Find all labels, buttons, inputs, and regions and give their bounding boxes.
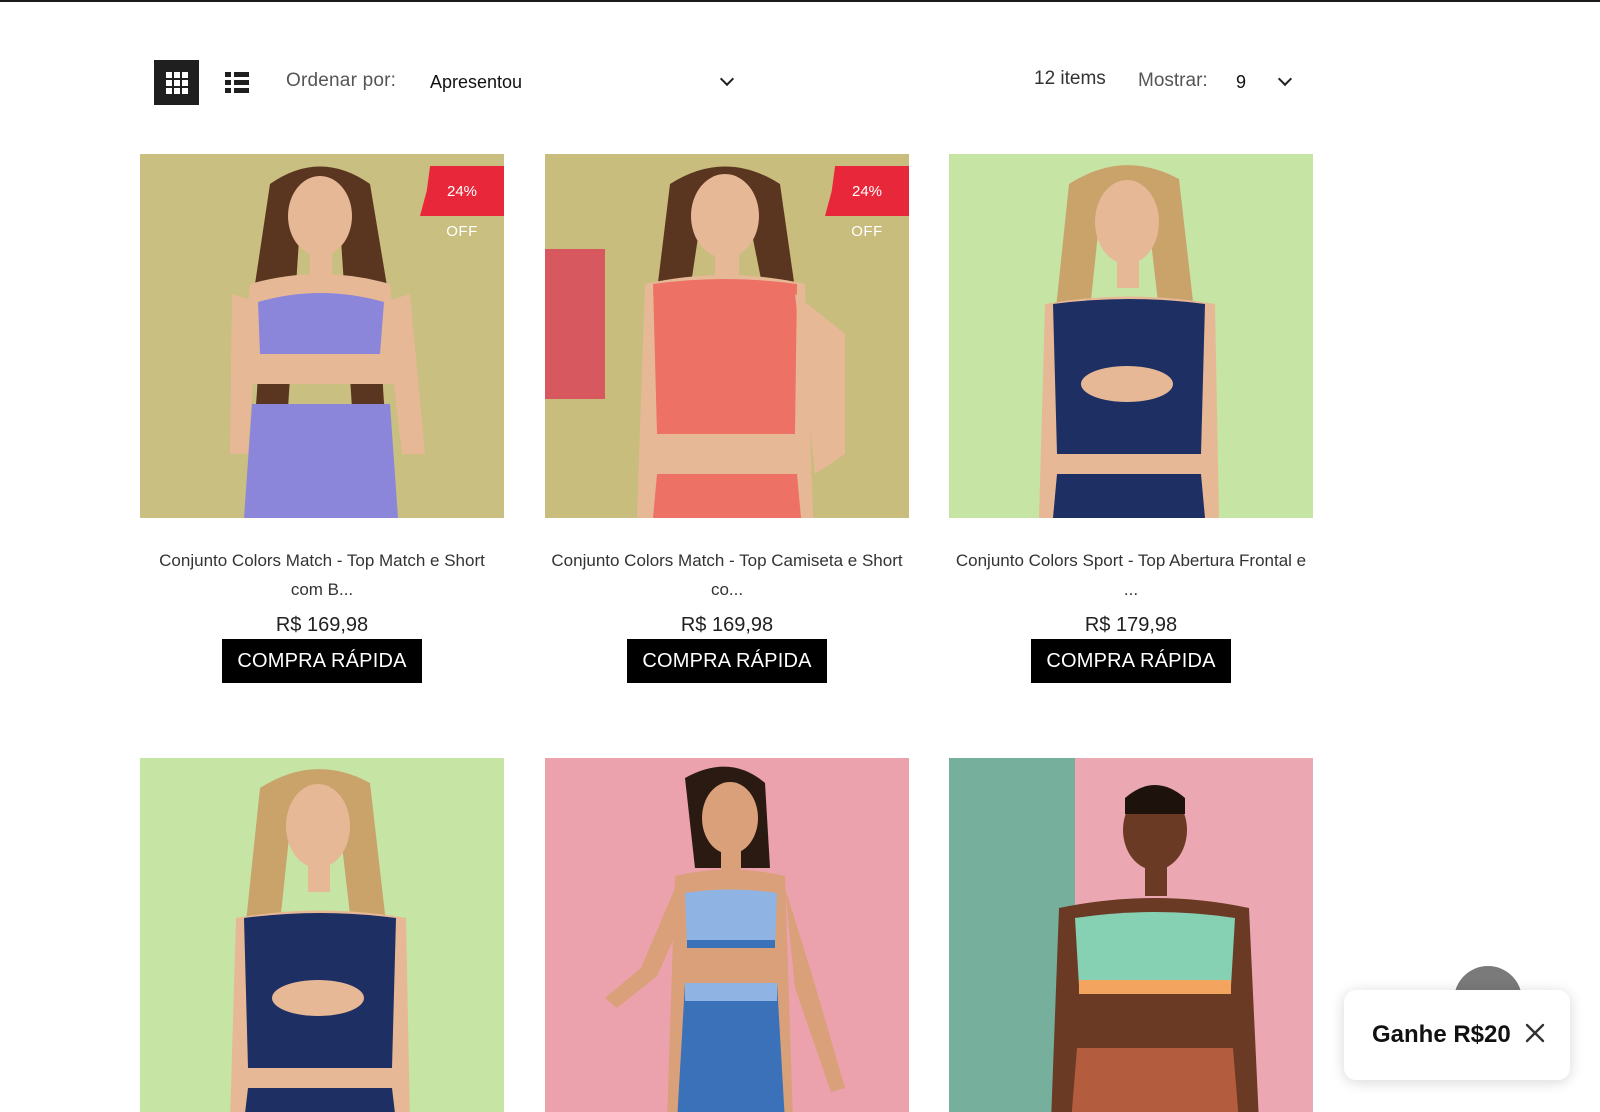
product-image[interactable]: 24% OFF (140, 154, 504, 518)
top-divider (0, 0, 1600, 2)
product-card[interactable]: 24% OFF Conjunto Colors Match - Top Matc… (140, 154, 504, 683)
per-page-select[interactable]: 9 (1236, 66, 1298, 98)
product-photo (949, 758, 1313, 1112)
product-photo (949, 154, 1313, 518)
list-icon (224, 72, 249, 93)
sort-select[interactable]: Apresentou (430, 66, 740, 98)
promo-text: Ganhe R$20 (1372, 1021, 1511, 1048)
quick-buy-button[interactable]: COMPRA RÁPIDA (627, 639, 827, 683)
show-label: Mostrar: (1138, 70, 1208, 91)
quick-buy-button[interactable]: COMPRA RÁPIDA (1031, 639, 1231, 683)
promo-popup[interactable]: Ganhe R$20 (1344, 990, 1570, 1080)
discount-badge: 24% (420, 166, 504, 216)
chevron-down-icon (719, 71, 735, 87)
product-card[interactable]: Conjunto Colors Sport - Top Abertura Fro… (949, 154, 1313, 683)
per-page-value: 9 (1236, 71, 1247, 92)
product-title[interactable]: Conjunto Colors Sport - Top Abertura Fro… (949, 546, 1313, 604)
product-price: R$ 169,98 (275, 614, 369, 636)
close-icon[interactable] (1524, 1022, 1546, 1044)
discount-badge: 24% (825, 166, 909, 216)
product-card[interactable] (545, 758, 909, 1112)
product-photo (140, 758, 504, 1112)
sort-label: Ordenar por: (286, 70, 397, 91)
product-card[interactable]: 24% OFF Conjunto Colors Match - Top Cami… (545, 154, 909, 683)
product-image[interactable] (140, 758, 504, 1112)
product-card[interactable] (140, 758, 504, 1112)
items-count: 12 items (1034, 68, 1106, 89)
product-card[interactable] (949, 758, 1313, 1112)
sort-value: Apresentou (430, 71, 523, 92)
quick-buy-button[interactable]: COMPRA RÁPIDA (222, 639, 422, 683)
catalog-toolbar: Ordenar por: Apresentou 12 items Mostrar… (0, 58, 1600, 106)
product-image[interactable]: 24% OFF (545, 154, 909, 518)
chevron-down-icon (1277, 71, 1293, 87)
product-photo (545, 758, 909, 1112)
product-image[interactable] (545, 758, 909, 1112)
product-price: R$ 179,98 (1084, 614, 1178, 636)
discount-off-label: OFF (446, 222, 478, 240)
grid-icon (165, 71, 188, 94)
list-view-button[interactable] (214, 60, 259, 105)
product-image[interactable] (949, 154, 1313, 518)
product-title[interactable]: Conjunto Colors Match - Top Camiseta e S… (545, 546, 909, 604)
grid-view-button[interactable] (154, 60, 199, 105)
product-image[interactable] (949, 758, 1313, 1112)
discount-off-label: OFF (851, 222, 883, 240)
product-title[interactable]: Conjunto Colors Match - Top Match e Shor… (140, 546, 504, 604)
product-price: R$ 169,98 (680, 614, 774, 636)
